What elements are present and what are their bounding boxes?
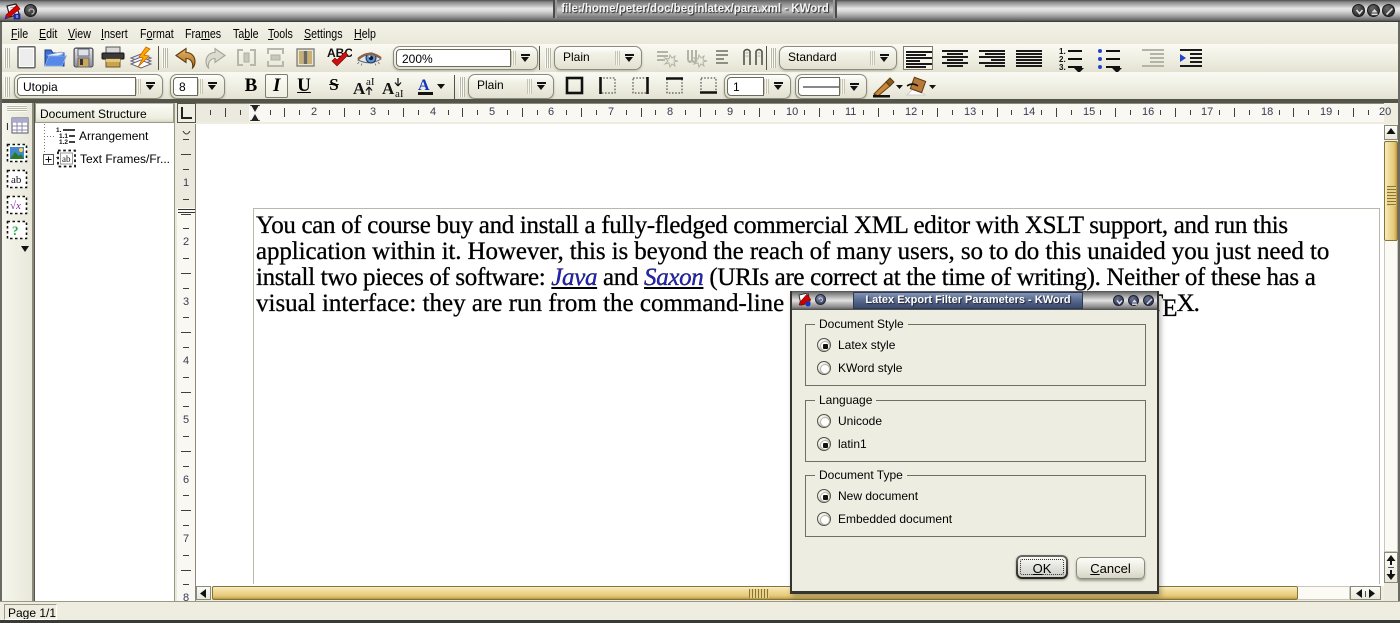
svg-text:A: A [353,79,366,98]
svg-text:A: A [382,79,395,98]
svg-text:A: A [418,77,430,94]
svg-text:ab: ab [62,154,71,164]
svg-text:1.2: 1.2 [59,139,68,144]
svg-text:√x: √x [10,200,21,212]
svg-text:?: ? [12,223,19,238]
svg-text:aI: aI [395,88,404,98]
svg-text:aI: aI [366,76,375,88]
svg-text:ab: ab [11,174,22,186]
svg-text:3.: 3. [1059,63,1066,72]
svg-text:I: I [6,122,9,133]
